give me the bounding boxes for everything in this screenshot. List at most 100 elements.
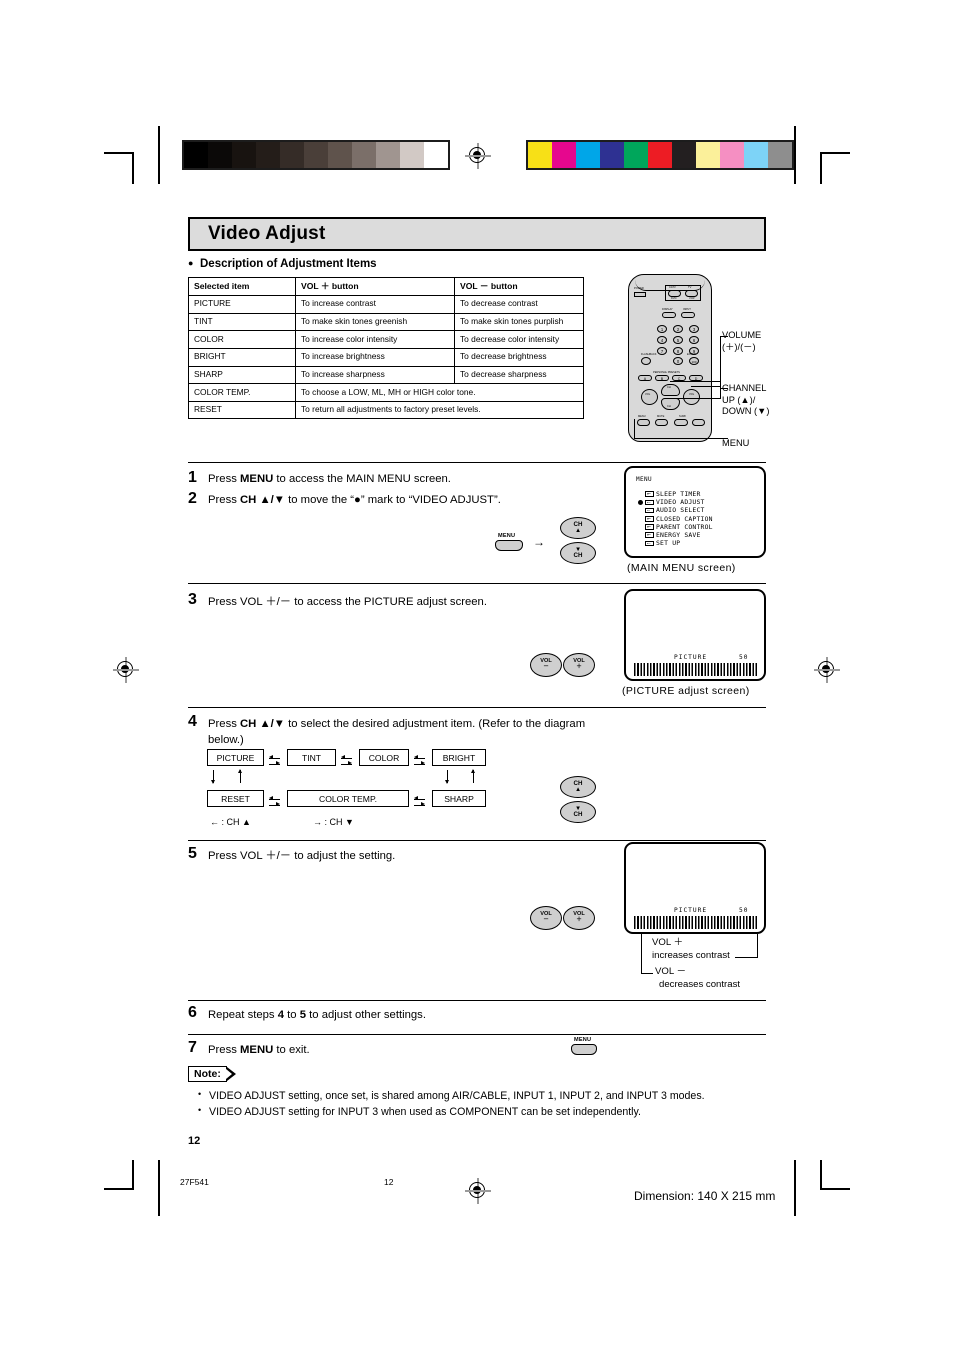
input-button[interactable] <box>681 312 695 318</box>
remote-vol-minus-button[interactable] <box>641 389 658 405</box>
flow-box-reset: RESET <box>207 790 264 807</box>
picture-adjust-screen-2: PICTURE 50 <box>624 842 766 934</box>
table-row: SHARP To increase sharpness To decrease sh… <box>188 365 584 385</box>
keypad-button-0[interactable]: 0 <box>673 357 683 365</box>
vol-plus-sign-step3: ＋ <box>576 664 582 670</box>
callout-vol-plus: VOL ＋ increases contrast <box>652 937 730 963</box>
flow-connector-3 <box>414 754 427 768</box>
main-menu-item-energy-save[interactable]: ENERGY SAVE <box>644 531 713 539</box>
keypad-button-3[interactable]: 3 <box>689 325 699 333</box>
remote-ch-up-label: CH <box>667 386 671 389</box>
remote-ch-down-button[interactable] <box>661 398 680 410</box>
flow-connector-4 <box>269 795 282 809</box>
preset-button-b[interactable]: B <box>655 375 669 381</box>
cell-description-span: To return all adjustments to factory pre… <box>295 400 584 420</box>
cell-selected-item: PICTURE <box>188 294 296 314</box>
crop-mark <box>820 152 850 154</box>
remote-vol-plus-button[interactable] <box>683 389 700 405</box>
callout-line-channel-v <box>720 381 721 399</box>
step-6-text: Repeat steps 4 to 5 to adjust other sett… <box>208 1009 426 1021</box>
registration-mark <box>465 143 491 169</box>
step-1-number: 1 <box>188 469 197 486</box>
power-button[interactable] <box>634 291 646 297</box>
callout-vol-minus-line1: VOL － <box>655 966 687 977</box>
remote-surf-button[interactable] <box>674 419 688 426</box>
picture-adjust-2-label: PICTURE <box>674 907 708 914</box>
vol-plus-button-step3[interactable]: VOL ＋ <box>563 653 595 677</box>
remote-control-illustration: POWER CATV DVD TV VCR DISPLAY INPUT 123 4… <box>620 268 780 448</box>
remote-extra-button[interactable] <box>692 419 705 426</box>
keypad-button-100[interactable]: 100 <box>689 357 699 365</box>
cell-selected-item: SHARP <box>188 365 296 385</box>
enter-label: ENTER <box>687 353 696 356</box>
keypad-button-4[interactable]: 4 <box>657 336 667 344</box>
main-menu-item-label: ENERGY SAVE <box>656 531 701 540</box>
tv-label: TV <box>688 286 692 289</box>
ch-up-arrow-step2: ▲ <box>574 527 582 534</box>
keypad-button-6[interactable]: 6 <box>689 336 699 344</box>
main-menu-item-label: VIDEO ADJUST <box>656 498 705 507</box>
main-menu-item-sleep-timer[interactable]: SLEEP TIMER <box>644 490 713 498</box>
main-menu-item-video-adjust[interactable]: VIDEO ADJUST <box>638 498 713 507</box>
grayscale-swatch-6 <box>328 142 352 168</box>
keypad-button-5[interactable]: 5 <box>673 336 683 344</box>
step-6-number: 6 <box>188 1004 197 1021</box>
callout-line-volplus-v <box>757 934 758 957</box>
catv-button[interactable] <box>668 290 681 297</box>
keypad-button-8[interactable]: 8 <box>673 347 683 355</box>
remote-mute-button[interactable] <box>655 419 668 426</box>
main-menu-item-parent-control[interactable]: PARENT CONTROL <box>644 523 713 531</box>
cell-vol-minus: To decrease color intensity <box>454 330 584 349</box>
remote-menu-button[interactable] <box>637 419 650 426</box>
display-button[interactable] <box>662 312 676 318</box>
footer-dimension: Dimension: 140 X 215 mm <box>634 1189 776 1203</box>
ch-up-button-step4[interactable]: CH ▲ <box>560 776 596 798</box>
step-6-ref-from: 4 <box>277 1009 285 1021</box>
registration-mark <box>113 657 139 683</box>
flow-arrow-up-left <box>237 769 242 783</box>
main-menu-item-label: AUDIO SELECT <box>656 506 705 515</box>
crop-mark <box>820 1160 822 1190</box>
page-number: 12 <box>188 1135 201 1147</box>
keypad-button-2[interactable]: 2 <box>673 325 683 333</box>
menu-button-step7[interactable] <box>571 1044 597 1055</box>
preset-button-a[interactable]: A <box>638 375 652 381</box>
cell-vol-minus: To decrease brightness <box>454 347 584 367</box>
picture-adjust-2-value: 50 <box>739 907 749 914</box>
keypad-button-1[interactable]: 1 <box>657 325 667 333</box>
menu-button-step2[interactable] <box>495 540 523 551</box>
divider <box>188 462 766 463</box>
main-menu-screen: MENU SLEEP TIMER VIDEO ADJUST AUDIO SELECT… <box>624 466 766 558</box>
col-header-selected-item: Selected item <box>188 277 296 296</box>
ch-down-button-step2[interactable]: ▼ CH <box>560 542 596 564</box>
remote-menu-label: MENU <box>638 415 646 418</box>
cell-vol-plus: To increase brightness <box>295 347 455 367</box>
page-canvas: Video Adjust ● Description of Adjustment … <box>0 0 954 1351</box>
tv-button[interactable] <box>685 290 698 297</box>
vol-minus-button-step3[interactable]: VOL － <box>530 653 562 677</box>
main-menu-item-set-up[interactable]: SET UP <box>644 539 713 547</box>
cell-selected-item: COLOR TEMP. <box>188 383 296 402</box>
keypad-button-7[interactable]: 7 <box>657 347 667 355</box>
cell-vol-plus: To increase contrast <box>295 294 455 314</box>
main-menu-item-label: PARENT CONTROL <box>656 522 713 531</box>
divider <box>188 583 766 584</box>
registration-mark <box>465 1178 491 1204</box>
note-item: VIDEO ADJUST setting, once set, is share… <box>196 1088 776 1104</box>
selection-marker-icon <box>638 499 643 505</box>
main-menu-item-audio-select[interactable]: AUDIO SELECT <box>644 506 713 514</box>
ch-down-button-step4[interactable]: ▼ CH <box>560 801 596 823</box>
flashback-button[interactable] <box>641 357 651 365</box>
callout-volume-sub: (＋)/(－) <box>722 341 756 352</box>
main-menu-item-closed-caption[interactable]: CLOSED CAPTION <box>644 515 713 523</box>
col-header-vol-plus: VOL ＋ button <box>295 277 455 296</box>
picture-adjust-caption: (PICTURE adjust screen) <box>622 685 750 697</box>
personal-presets-label: PERSONAL PRESETS <box>653 371 680 374</box>
ch-up-button-step2[interactable]: CH ▲ <box>560 517 596 539</box>
crop-mark <box>794 126 796 184</box>
table-row: COLOR To increase color intensity To decre… <box>188 330 584 349</box>
vol-plus-button-step5[interactable]: VOL ＋ <box>563 906 595 930</box>
vol-minus-button-step5[interactable]: VOL － <box>530 906 562 930</box>
callout-vol-minus: VOL － decreases contrast <box>655 966 740 992</box>
menu-item-icon <box>645 507 654 514</box>
